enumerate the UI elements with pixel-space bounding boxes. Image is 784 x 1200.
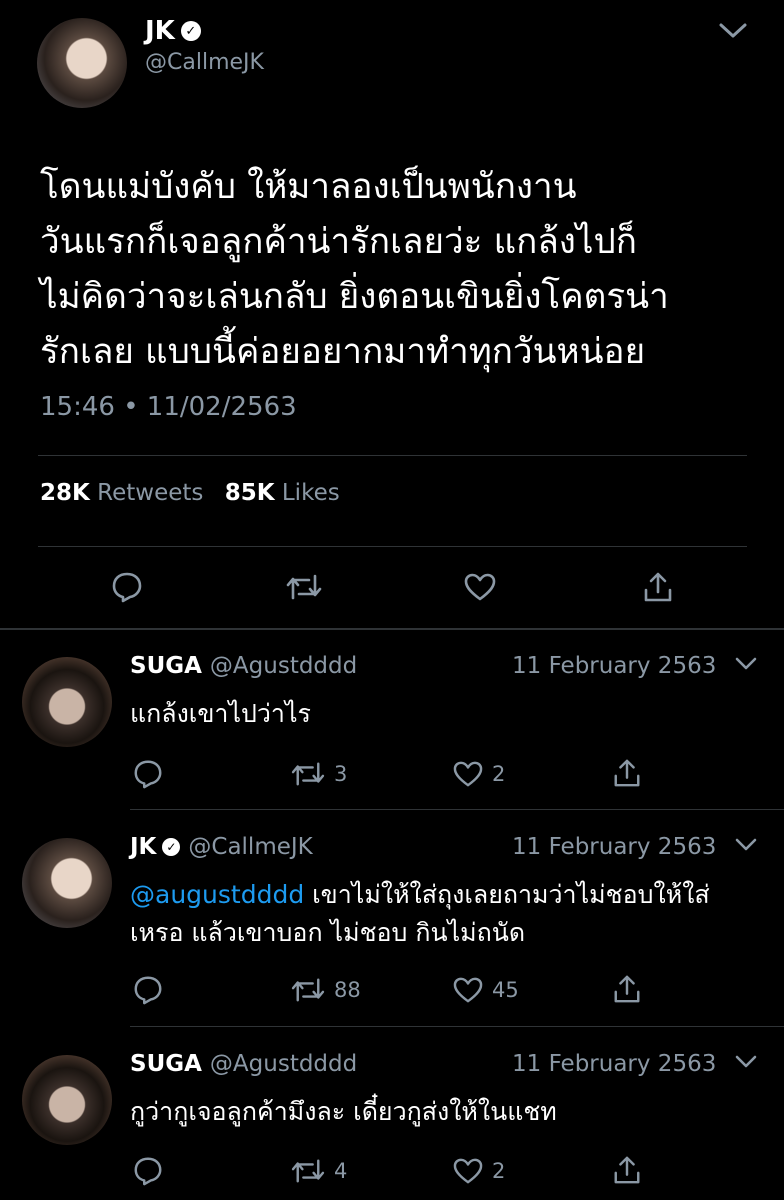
- tweet-date[interactable]: 11 February 2563: [512, 834, 716, 860]
- reply-tweet[interactable]: SUGA @Agustdddd 11 February 2563 กูว่ากู…: [0, 1035, 784, 1200]
- like-icon: [452, 760, 484, 788]
- like-count: 2: [492, 1159, 506, 1183]
- author-name-row: SUGA @Agustdddd: [130, 1051, 357, 1077]
- share-icon: [612, 973, 642, 1005]
- reply-icon: [132, 974, 164, 1006]
- retweet-icon: [285, 572, 323, 602]
- retweet-count: 4: [334, 1159, 348, 1183]
- tweet-date[interactable]: 11 February 2563: [512, 1051, 716, 1077]
- tweet-text-content: แกล้งเขาไปว่าไร: [130, 699, 311, 728]
- share-button[interactable]: [642, 570, 674, 604]
- tweet-date[interactable]: 11 February 2563: [512, 653, 716, 679]
- main-tweet: JK ✓ @CallmeJK โดนแม่บังคับ ให้มาลองเป็น…: [0, 0, 784, 630]
- share-button[interactable]: [612, 1154, 642, 1186]
- retweet-button[interactable]: 4: [290, 1157, 347, 1185]
- author-handle[interactable]: @Agustdddd: [210, 653, 357, 679]
- chevron-down-icon[interactable]: [718, 20, 748, 46]
- reply-icon: [132, 758, 164, 790]
- share-icon: [642, 570, 674, 604]
- divider: [38, 455, 747, 456]
- like-button[interactable]: [463, 572, 497, 602]
- likes-label[interactable]: Likes: [282, 480, 340, 506]
- retweets-label[interactable]: Retweets: [97, 480, 203, 506]
- avatar[interactable]: [22, 1055, 112, 1145]
- reply-button[interactable]: [132, 974, 164, 1006]
- author-name[interactable]: SUGA: [130, 653, 202, 679]
- tweet-text: โดนแม่บังคับ ให้มาลองเป็นพนักงาน วันแรกก…: [40, 167, 669, 372]
- tweet-text-content: กูว่ากูเจอลูกค้ามึงละ เดี๋ยวกูส่งให้ในแช…: [130, 1097, 557, 1126]
- author-name[interactable]: SUGA: [130, 1051, 202, 1077]
- chevron-down-icon[interactable]: [734, 1053, 758, 1075]
- like-icon: [452, 976, 484, 1004]
- verified-check-icon: ✓: [162, 838, 181, 856]
- reply-icon: [132, 1155, 164, 1187]
- author-name-row: JK ✓: [145, 16, 201, 46]
- likes-count[interactable]: 85K: [225, 480, 275, 506]
- reply-icon: [110, 570, 144, 604]
- author-name[interactable]: JK: [130, 834, 156, 860]
- like-icon: [463, 572, 497, 602]
- engagement-stats: 28K Retweets 85K Likes: [40, 480, 354, 506]
- share-button[interactable]: [612, 973, 642, 1005]
- author-name[interactable]: JK: [145, 16, 175, 46]
- retweet-button[interactable]: 88: [290, 976, 361, 1004]
- retweet-icon: [290, 976, 326, 1004]
- like-count: 2: [492, 762, 506, 786]
- reply-tweet[interactable]: JK ✓ @CallmeJK 11 February 2563 @augustd…: [0, 818, 784, 1026]
- retweet-count: 3: [334, 762, 348, 786]
- avatar[interactable]: [37, 18, 127, 108]
- retweet-button[interactable]: 3: [290, 760, 347, 788]
- tweet-text: กูว่ากูเจอลูกค้ามึงละ เดี๋ยวกูส่งให้ในแช…: [130, 1093, 750, 1131]
- avatar[interactable]: [22, 838, 112, 928]
- reply-button[interactable]: [132, 1155, 164, 1187]
- like-button[interactable]: 2: [452, 760, 505, 788]
- author-handle[interactable]: @Agustdddd: [210, 1051, 357, 1077]
- reply-button[interactable]: [110, 570, 144, 604]
- like-icon: [452, 1157, 484, 1185]
- retweet-icon: [290, 760, 326, 788]
- avatar[interactable]: [22, 657, 112, 747]
- divider: [130, 809, 784, 810]
- author-name-row: JK ✓ @CallmeJK: [130, 834, 313, 860]
- retweets-count[interactable]: 28K: [40, 480, 90, 506]
- author-handle[interactable]: @CallmeJK: [188, 834, 312, 860]
- reply-tweet[interactable]: SUGA @Agustdddd 11 February 2563 แกล้งเข…: [0, 637, 784, 809]
- reply-button[interactable]: [132, 758, 164, 790]
- tweet-timestamp[interactable]: 15:46 • 11/02/2563: [40, 392, 297, 422]
- share-icon: [612, 757, 642, 789]
- like-button[interactable]: 2: [452, 1157, 505, 1185]
- retweet-icon: [290, 1157, 326, 1185]
- like-button[interactable]: 45: [452, 976, 519, 1004]
- tweet-text: แกล้งเขาไปว่าไร: [130, 695, 750, 733]
- divider: [38, 546, 747, 547]
- verified-check-icon: ✓: [180, 21, 201, 41]
- like-count: 45: [492, 978, 519, 1002]
- section-divider: [0, 628, 784, 630]
- retweet-button[interactable]: [285, 572, 323, 602]
- author-name-row: SUGA @Agustdddd: [130, 653, 357, 679]
- share-icon: [612, 1154, 642, 1186]
- chevron-down-icon[interactable]: [734, 836, 758, 858]
- chevron-down-icon[interactable]: [734, 655, 758, 677]
- divider: [130, 1026, 784, 1027]
- share-button[interactable]: [612, 757, 642, 789]
- mention-link[interactable]: @augustdddd: [130, 880, 304, 909]
- author-handle[interactable]: @CallmeJK: [145, 50, 264, 75]
- retweet-count: 88: [334, 978, 361, 1002]
- tweet-text: @augustdddd เขาไม่ให้ใส่ถุงเลยถามว่าไม่ช…: [130, 876, 730, 952]
